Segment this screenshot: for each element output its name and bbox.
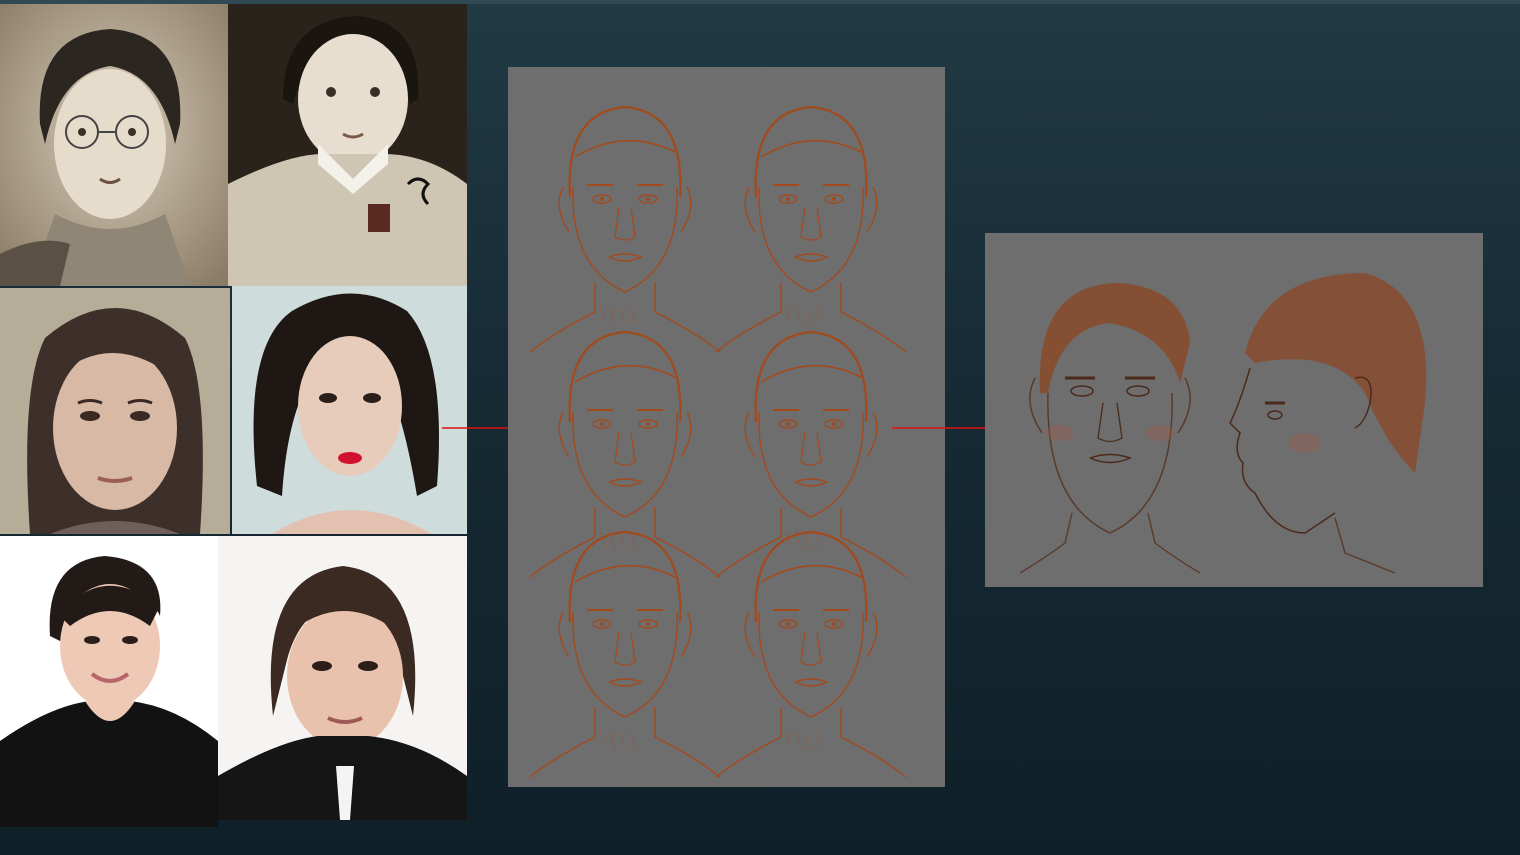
- reference-photo-1: [0, 4, 228, 286]
- reference-photo-6: [218, 536, 467, 820]
- reference-photo-2: [228, 4, 467, 286]
- sketch-face-1: [528, 105, 722, 354]
- sketch-face-3: [528, 330, 722, 579]
- sketch-face-6: [714, 530, 908, 779]
- final-profile-view: [1229, 273, 1427, 574]
- sketch-face-4: [714, 330, 908, 579]
- sketch-face-5: [528, 530, 722, 779]
- reference-photo-3: [0, 288, 230, 534]
- reference-photo-5: [0, 536, 218, 827]
- sketch-face-2: [714, 105, 908, 354]
- final-front-view: [1019, 283, 1201, 574]
- final-sketch-sheet: [985, 233, 1483, 587]
- reference-photo-4: [232, 286, 467, 534]
- sketch-sheet: [508, 67, 945, 787]
